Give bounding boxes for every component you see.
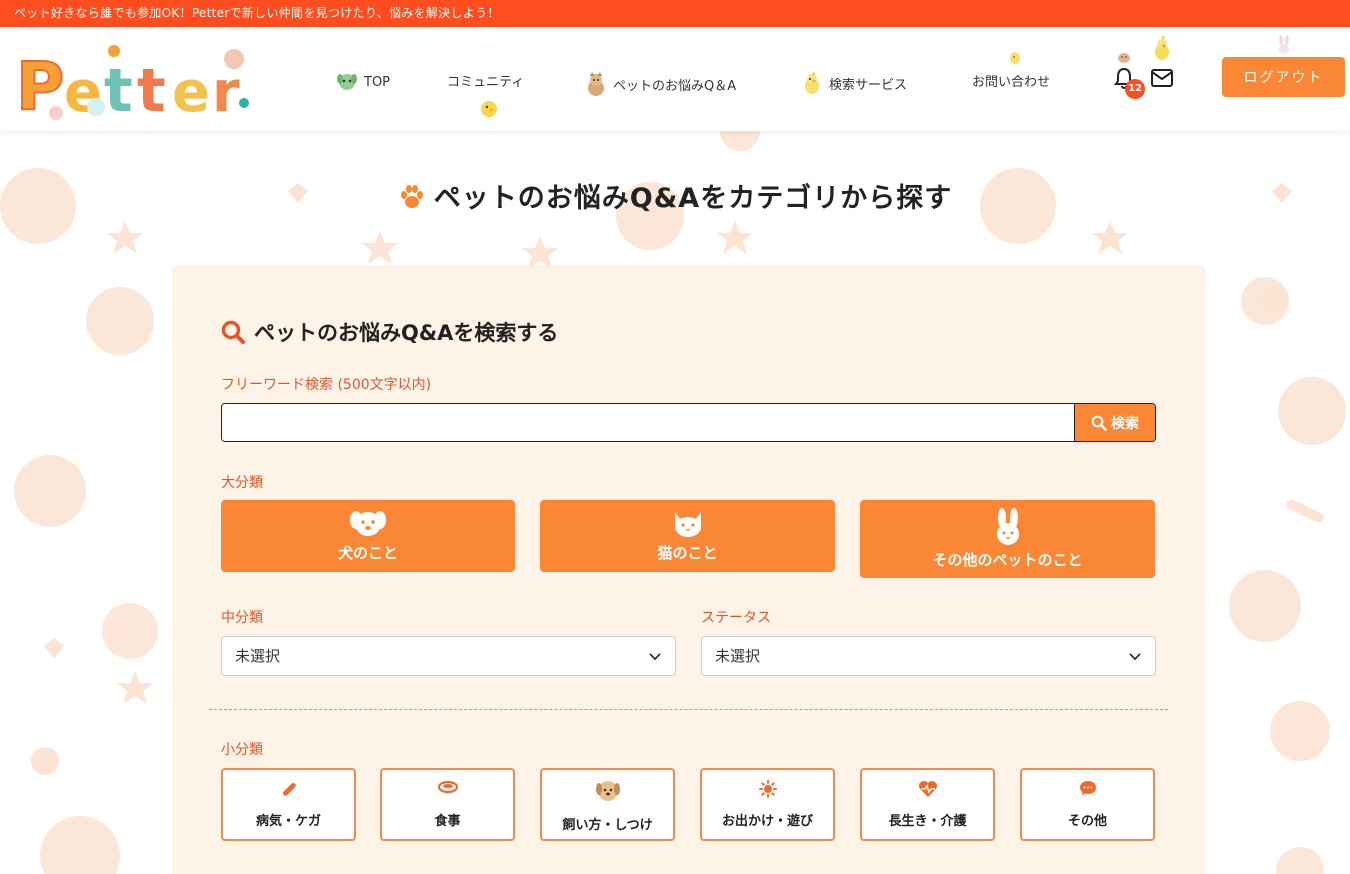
major-category-cat-button[interactable]: 猫のこと <box>540 500 835 572</box>
paw-icon <box>400 185 423 208</box>
heart-pulse-icon <box>918 781 937 797</box>
cat-face-icon <box>674 512 701 537</box>
search-button-label: 検索 <box>1111 415 1139 432</box>
search-card-title-text: ペットのお悩みQ&Aを検索する <box>254 321 559 345</box>
page-title: ペットのお悩みQ&Aをカテゴリから探す <box>0 176 1350 215</box>
major-category-dog-label: 犬のこと <box>337 544 398 562</box>
chevron-down-icon <box>649 653 661 661</box>
nav-contact-label: お問い合わせ <box>972 75 1051 90</box>
minor-category-other-button[interactable]: その他 <box>1020 768 1155 841</box>
major-category-other-button[interactable]: その他のペットのこと <box>860 500 1155 578</box>
major-category-other-label: その他のペットのこと <box>932 551 1083 569</box>
svg-text:t: t <box>137 56 166 121</box>
minor-category-outing-label: お出かけ・遊び <box>721 814 813 829</box>
nav-search-service-label: 検索サービス <box>829 77 908 93</box>
nav-top[interactable]: TOP <box>336 71 390 93</box>
search-card-title: ペットのお悩みQ&Aを検索する <box>220 317 558 347</box>
nav-contact[interactable]: お問い合わせ <box>972 71 1050 90</box>
petter-logo[interactable]: P e t t e r <box>14 41 258 121</box>
svg-text:e: e <box>172 60 210 121</box>
minor-category-care-label: 飼い方・しつけ <box>562 818 653 833</box>
chat-bubble-icon <box>1079 781 1096 795</box>
bird-icon <box>1155 35 1169 60</box>
nav-community-label: コミュニティ <box>447 75 525 90</box>
nav-qa-label: ペットのお悩みQ＆A <box>613 78 737 94</box>
food-bowl-icon <box>437 780 458 794</box>
page-title-text: ペットのお悩みQ&Aをカテゴリから探す <box>433 183 953 214</box>
minor-category-illness-label: 病気・ケガ <box>255 814 321 829</box>
medicine-icon <box>282 782 296 796</box>
dog-face-icon <box>350 511 386 536</box>
status-label: ステータス <box>701 610 771 626</box>
rabbit-icon <box>1279 35 1289 54</box>
middle-category-select[interactable]: 未選択 <box>221 636 676 676</box>
chick-icon <box>1010 52 1020 64</box>
notification-count-badge: 12 <box>1125 79 1145 99</box>
search-icon <box>1091 415 1107 431</box>
chick-icon <box>481 101 497 117</box>
nav-search-service[interactable]: 検索サービス <box>801 71 907 95</box>
search-button[interactable]: 検索 <box>1074 404 1155 441</box>
freeword-input[interactable] <box>222 404 1075 441</box>
status-value: 未選択 <box>715 647 761 665</box>
middle-category-label: 中分類 <box>221 610 263 626</box>
cat-icon <box>588 72 604 96</box>
minor-category-care-button[interactable]: 飼い方・しつけ <box>540 768 675 841</box>
minor-category-longevity-label: 長生き・介護 <box>888 814 967 829</box>
major-category-label: 大分類 <box>221 475 263 491</box>
minor-category-food-button[interactable]: 食事 <box>380 768 515 841</box>
section-divider <box>209 709 1168 710</box>
search-icon <box>221 320 245 344</box>
major-category-dog-button[interactable]: 犬のこと <box>221 500 515 572</box>
minor-category-label: 小分類 <box>221 742 263 758</box>
dog-icon <box>337 74 357 90</box>
rabbit-face-icon <box>996 508 1019 545</box>
logout-button[interactable]: ログアウト <box>1222 57 1345 97</box>
middle-category-value: 未選択 <box>235 647 281 665</box>
chevron-down-icon <box>1129 653 1141 661</box>
search-card: ペットのお悩みQ&Aを検索する フリーワード検索 (500文字以内) 検索 大分… <box>172 265 1206 874</box>
minor-category-longevity-button[interactable]: 長生き・介護 <box>860 768 995 841</box>
svg-text:r: r <box>212 60 240 121</box>
nav-community[interactable]: コミュニティ <box>447 71 524 90</box>
nav-qa[interactable]: ペットのお悩みQ＆A <box>585 71 736 97</box>
freeword-label: フリーワード検索 (500文字以内) <box>221 377 432 393</box>
hamster-icon <box>1118 53 1130 63</box>
svg-text:t: t <box>104 56 133 121</box>
status-select[interactable]: 未選択 <box>701 636 1156 676</box>
nav-top-label: TOP <box>364 74 391 90</box>
mail-icon[interactable] <box>1151 69 1173 87</box>
major-category-cat-label: 猫のこと <box>657 544 718 562</box>
site-header: P e t t e r TOP コミュニティ ペットのお悩みQ＆A 検索サービス… <box>0 27 1350 131</box>
sun-icon <box>758 780 777 798</box>
top-announcement-banner: ペット好きなら誰でも参加OK！Petterで新しい仲間を見つけたり、悩みを解決し… <box>0 0 1350 27</box>
minor-category-outing-button[interactable]: お出かけ・遊び <box>700 768 835 841</box>
minor-category-other-label: その他 <box>1067 814 1107 829</box>
bird-icon <box>805 71 819 94</box>
minor-category-food-label: 食事 <box>434 814 461 829</box>
dog-icon <box>595 781 620 801</box>
minor-category-illness-button[interactable]: 病気・ケガ <box>221 768 356 841</box>
freeword-search-box: 検索 <box>221 403 1156 442</box>
